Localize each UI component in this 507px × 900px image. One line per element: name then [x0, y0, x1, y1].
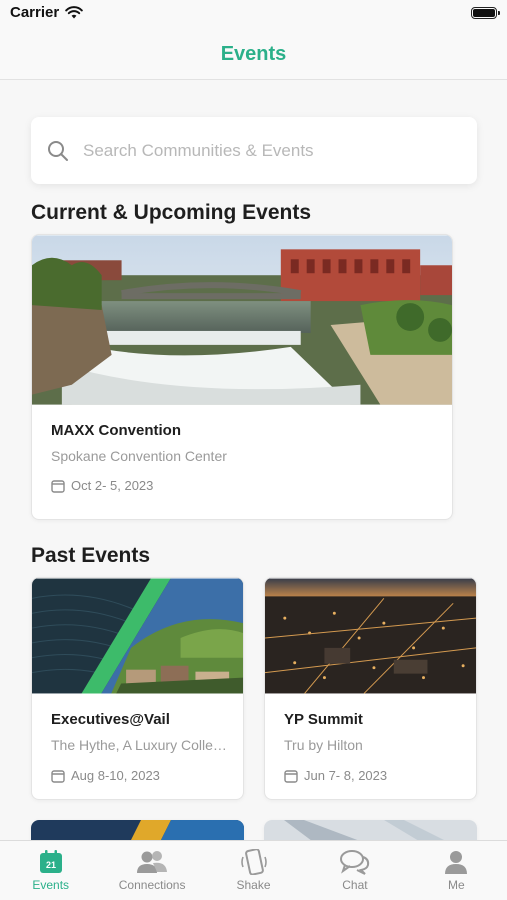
tab-events[interactable]: 21 Events: [0, 841, 101, 900]
tab-chat[interactable]: Chat: [304, 841, 405, 900]
navigation-bar: Events: [0, 30, 507, 80]
search-icon: [48, 140, 68, 161]
calendar-icon: 21: [39, 850, 62, 873]
page-title: Events: [220, 43, 287, 65]
phone-shake-icon: [240, 849, 267, 875]
tab-connections[interactable]: Connections: [101, 841, 202, 900]
event-name: MAXX Convention: [51, 422, 181, 439]
calendar-icon: [51, 769, 65, 783]
event-date-row: Aug 8-10, 2023: [51, 768, 160, 783]
tab-me[interactable]: Me: [406, 841, 507, 900]
event-name: Executives@Vail: [51, 711, 170, 728]
tab-label: Me: [447, 878, 465, 892]
tab-bar: 21 Events Connections Shake Chat Me: [0, 840, 507, 900]
event-name: YP Summit: [284, 711, 363, 728]
people-icon: [137, 851, 168, 873]
event-card-current[interactable]: MAXX Convention Spokane Convention Cente…: [31, 234, 453, 520]
calendar-icon: [51, 479, 65, 493]
event-date: Oct 2- 5, 2023: [71, 478, 154, 493]
tab-label: Connections: [118, 878, 186, 892]
event-image-river: [32, 235, 452, 405]
chat-bubbles-icon: [339, 850, 370, 875]
carrier-info: Carrier: [10, 4, 84, 21]
tab-label: Events: [32, 878, 70, 892]
section-title-current: Current & Upcoming Events: [31, 201, 312, 224]
event-venue: Spokane Convention Center: [51, 448, 227, 464]
carrier-label: Carrier: [10, 4, 60, 21]
event-venue: The Hythe, A Luxury Collect...: [51, 737, 233, 753]
battery-icon: [471, 7, 500, 19]
event-card-past-2[interactable]: YP Summit Tru by Hilton Jun 7- 8, 2023: [264, 577, 477, 800]
wifi-icon: [65, 6, 84, 19]
event-venue: Tru by Hilton: [284, 737, 363, 753]
search-input[interactable]: [83, 140, 443, 161]
event-date-row: Oct 2- 5, 2023: [51, 478, 153, 493]
search-bar[interactable]: [31, 117, 477, 184]
calendar-icon: [284, 769, 298, 783]
event-date: Jun 7- 8, 2023: [304, 768, 388, 783]
event-image-city-night: [265, 578, 476, 694]
section-title-past: Past Events: [31, 544, 151, 567]
tab-label: Shake: [236, 878, 271, 892]
event-date: Aug 8-10, 2023: [71, 768, 160, 783]
event-date-row: Jun 7- 8, 2023: [284, 768, 387, 783]
tab-label: Chat: [342, 878, 368, 892]
calendar-badge: 21: [46, 860, 56, 870]
event-card-past-1[interactable]: Executives@Vail The Hythe, A Luxury Coll…: [31, 577, 244, 800]
tab-shake[interactable]: Shake: [203, 841, 304, 900]
status-bar: Carrier: [0, 0, 507, 30]
event-image-vail: [32, 578, 243, 694]
person-icon: [445, 851, 468, 874]
